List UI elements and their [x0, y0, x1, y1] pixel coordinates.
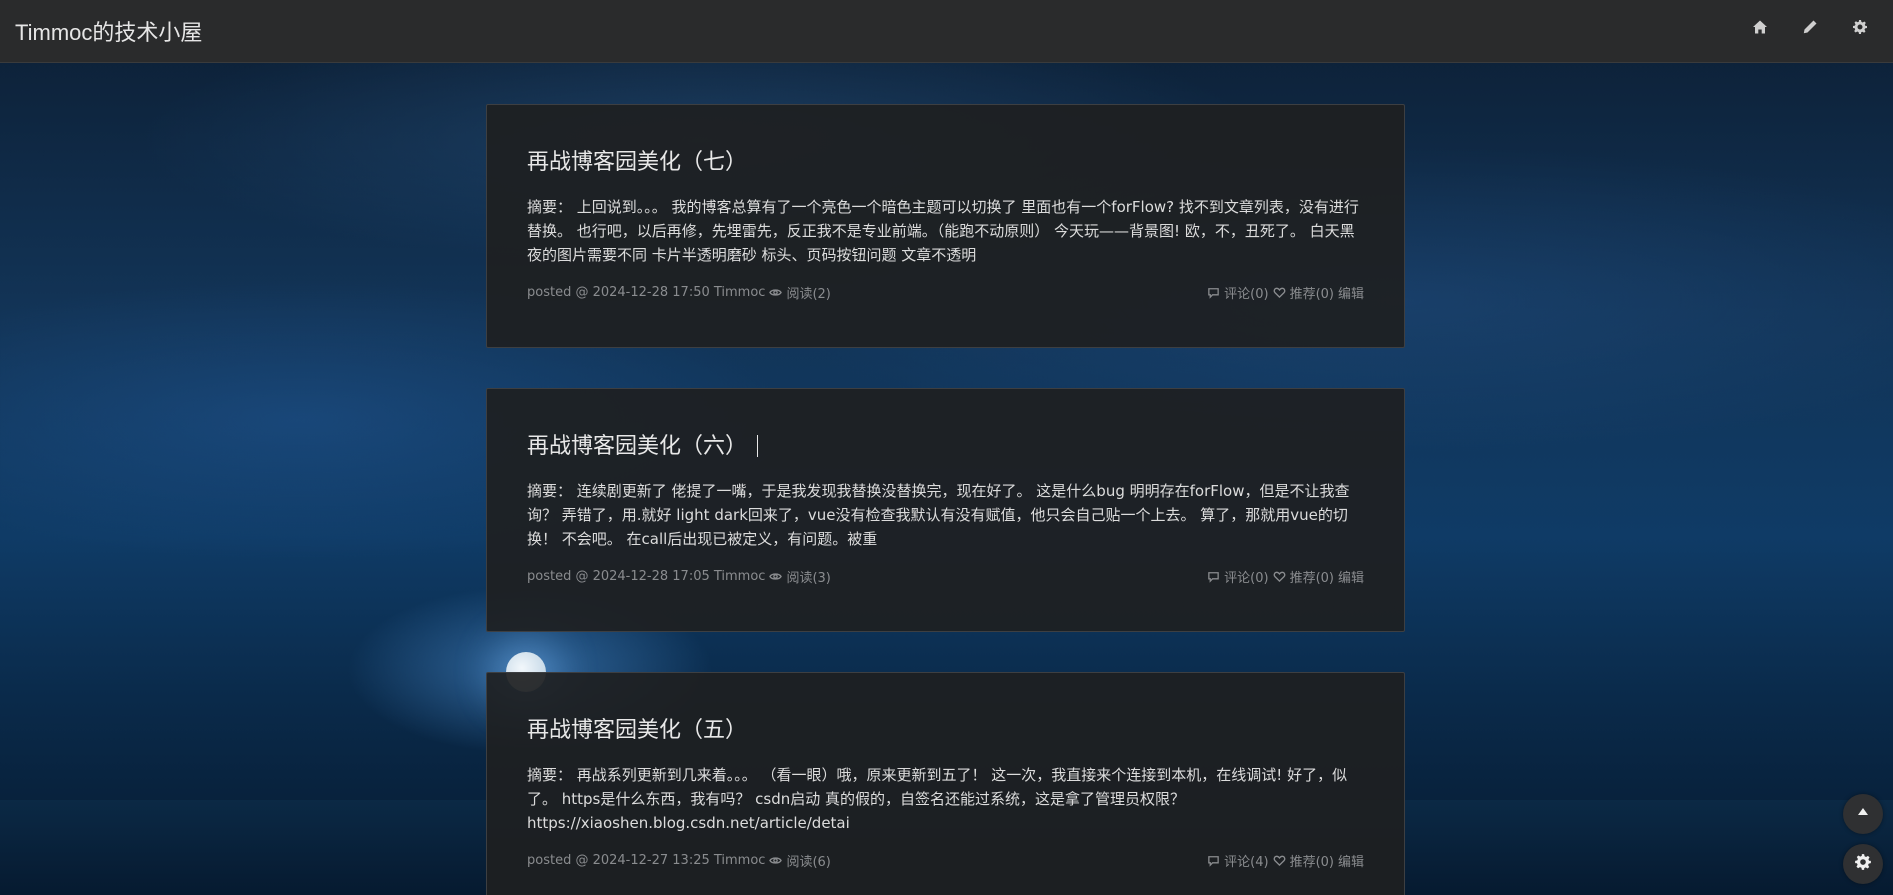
post-title[interactable]: 再战博客园美化（五） — [527, 717, 1364, 745]
post-card: 再战博客园美化（五） 摘要： 再战系列更新到几来着。。。 （看一眼）哦，原来更新… — [486, 672, 1405, 895]
back-to-top-button[interactable] — [1843, 794, 1883, 834]
eye-icon — [769, 286, 783, 299]
edit-link[interactable]: 编辑 — [1338, 283, 1364, 302]
post-title-wrapper: 再战博客园美化（六） — [527, 433, 1364, 461]
site-title[interactable]: Timmoc的技术小屋 — [15, 15, 202, 47]
recommend-link[interactable]: 推荐(0) — [1290, 851, 1334, 870]
comment-icon — [1207, 286, 1220, 299]
post-date: posted @ 2024-12-28 17:50 Timmoc — [527, 285, 766, 300]
pencil-icon[interactable] — [1801, 18, 1819, 36]
post-date: posted @ 2024-12-27 13:25 Timmoc — [527, 853, 766, 868]
post-summary: 摘要： 上回说到。。。 我的博客总算有了一个亮色一个暗色主题可以切换了 里面也有… — [527, 198, 1359, 264]
edit-link[interactable]: 编辑 — [1338, 567, 1364, 586]
post-summary: 摘要： 连续剧更新了 佬提了一嘴，于是我发现我替换没替换完，现在好了。 这是什么… — [527, 482, 1350, 548]
post-title[interactable]: 再战博客园美化（六） — [527, 434, 747, 459]
edit-link[interactable]: 编辑 — [1338, 851, 1364, 870]
post-footer: posted @ 2024-12-28 17:05 Timmoc 阅读(3) 评… — [527, 567, 1364, 586]
comment-link[interactable]: 评论(0) — [1224, 567, 1268, 586]
post-card: 再战博客园美化（七） 摘要： 上回说到。。。 我的博客总算有了一个亮色一个暗色主… — [486, 104, 1405, 348]
arrow-up-icon — [1854, 803, 1872, 825]
text-cursor — [757, 435, 759, 457]
comment-link[interactable]: 评论(4) — [1224, 851, 1268, 870]
post-card: 再战博客园美化（六） 摘要： 连续剧更新了 佬提了一嘴，于是我发现我替换没替换完… — [486, 388, 1405, 632]
post-title[interactable]: 再战博客园美化（七） — [527, 149, 1364, 177]
gear-icon[interactable] — [1851, 18, 1869, 36]
comment-icon — [1207, 854, 1220, 867]
top-navbar: Timmoc的技术小屋 — [0, 0, 1893, 63]
heart-icon — [1273, 286, 1286, 299]
recommend-link[interactable]: 推荐(0) — [1290, 567, 1334, 586]
read-count: 阅读(3) — [786, 571, 831, 586]
eye-icon — [769, 854, 783, 867]
comment-icon — [1207, 570, 1220, 583]
comment-link[interactable]: 评论(0) — [1224, 283, 1268, 302]
eye-icon — [769, 570, 783, 583]
read-count: 阅读(2) — [786, 287, 831, 302]
top-icons — [1751, 18, 1869, 36]
post-footer: posted @ 2024-12-28 17:50 Timmoc 阅读(2) 评… — [527, 283, 1364, 302]
settings-icon — [1854, 853, 1872, 875]
heart-icon — [1273, 570, 1286, 583]
post-summary: 摘要： 再战系列更新到几来着。。。 （看一眼）哦，原来更新到五了！ 这一次，我直… — [527, 766, 1348, 832]
post-date: posted @ 2024-12-28 17:05 Timmoc — [527, 569, 766, 584]
settings-button[interactable] — [1843, 844, 1883, 884]
post-footer: posted @ 2024-12-27 13:25 Timmoc 阅读(6) 评… — [527, 851, 1364, 870]
heart-icon — [1273, 854, 1286, 867]
home-icon[interactable] — [1751, 18, 1769, 36]
read-count: 阅读(6) — [786, 855, 831, 870]
recommend-link[interactable]: 推荐(0) — [1290, 283, 1334, 302]
